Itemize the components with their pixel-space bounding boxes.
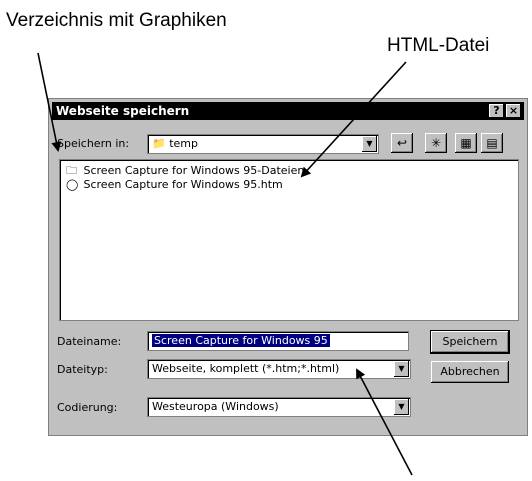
html-file-arrow [300, 61, 407, 178]
folder-arrow [37, 52, 62, 152]
filetype-arrow [356, 368, 413, 476]
callout-arrows [37, 52, 413, 476]
